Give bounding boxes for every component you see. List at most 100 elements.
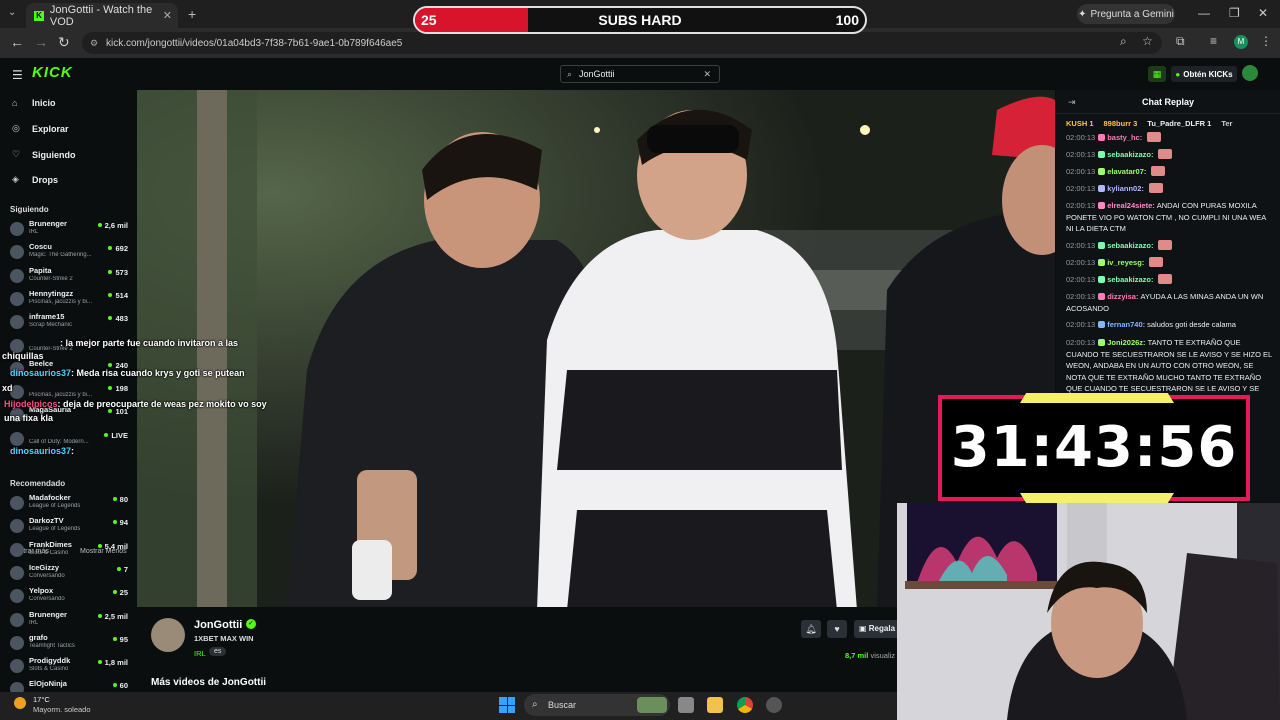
maximize-icon[interactable]: ❐ xyxy=(1229,6,1240,20)
kick-logo[interactable]: KICK xyxy=(32,64,73,81)
emote-icon xyxy=(1151,166,1166,176)
menu-dots-icon[interactable]: ⋮ xyxy=(1260,34,1272,48)
search-highlight-image xyxy=(637,697,667,713)
recommended-header: Recomendado xyxy=(10,479,66,488)
badge-icon xyxy=(1098,259,1106,266)
chat-username[interactable]: sebaakizazo: xyxy=(1107,150,1153,159)
extensions-icon[interactable]: ⧉ xyxy=(1176,34,1185,49)
chat-username[interactable]: Joni2026z: xyxy=(1107,338,1145,347)
url-field[interactable]: ⚙ kick.com/jongottii/videos/01a04bd3-7f3… xyxy=(82,32,1162,54)
recommended-channel[interactable]: FrankDimes Slots & Casino 5,4 mil xyxy=(10,540,130,562)
tab-close-icon[interactable]: ✕ xyxy=(163,9,172,22)
gifter[interactable]: 898burr 3 xyxy=(1104,119,1138,128)
channel-viewers: 573 xyxy=(108,268,128,277)
taskbar-search[interactable]: ⌕ Buscar xyxy=(524,694,670,716)
chat-username[interactable]: fernan740: xyxy=(1107,320,1145,329)
nav-drops[interactable]: ◈ Drops xyxy=(12,174,58,185)
timer-value: 31:43:56 xyxy=(950,415,1238,480)
reload-icon[interactable]: ↻ xyxy=(58,34,70,51)
channel-viewers: LIVE xyxy=(104,431,128,440)
chat-username[interactable]: elreal24siete: xyxy=(1107,201,1155,210)
channel-category: Counter-Strike 2 xyxy=(29,275,73,282)
channel-viewers: 25 xyxy=(113,588,128,597)
chrome-icon[interactable] xyxy=(737,697,753,713)
home-icon: ⌂ xyxy=(12,98,18,108)
following-channel[interactable]: inframe15 Scrap Mechanic 483 xyxy=(10,312,130,334)
following-channel[interactable]: Hennytingzz Piscinas, jacuzzis y bi... 514 xyxy=(10,289,130,311)
channel-avatar xyxy=(10,589,24,604)
app-icon[interactable] xyxy=(766,697,782,713)
gifter[interactable]: Tu_Padre_DLFR 1 xyxy=(1147,119,1211,128)
tab-search-icon[interactable]: ⌄ xyxy=(8,7,16,18)
channel-avatar[interactable] xyxy=(151,618,185,652)
browser-tab[interactable]: K JonGottii - Watch the VOD ✕ xyxy=(26,3,178,28)
weather-description[interactable]: Mayorm. soleado xyxy=(33,705,91,714)
start-button[interactable] xyxy=(499,697,515,713)
channel-viewers: 2,5 mil xyxy=(98,612,128,621)
follow-heart-icon[interactable]: ♥ xyxy=(827,620,847,638)
minimize-icon[interactable]: — xyxy=(1198,6,1210,20)
nav-siguiendo[interactable]: ♡ Siguiendo xyxy=(12,149,76,160)
overlay-chat-text: xd xyxy=(2,383,13,393)
zoom-icon[interactable]: ⌕ xyxy=(1120,34,1127,49)
nav-explorar[interactable]: ◎ Explorar xyxy=(12,123,69,134)
url-text: kick.com/jongottii/videos/01a04bd3-7f38-… xyxy=(106,37,403,49)
channel-viewers: 483 xyxy=(108,314,128,323)
site-info-icon[interactable]: ⚙ xyxy=(90,38,98,49)
overlay-chat-text: : xyxy=(71,446,75,456)
gemini-button[interactable]: ✦ Pregunta a Gemini xyxy=(1077,4,1175,24)
nav-inicio[interactable]: ⌂ Inicio xyxy=(12,98,56,108)
profile-avatar[interactable]: M xyxy=(1234,35,1248,49)
bookmark-star-icon[interactable]: ☆ xyxy=(1142,34,1153,48)
clear-search-icon[interactable]: ✕ xyxy=(703,69,711,80)
gifter[interactable]: Ter xyxy=(1221,119,1232,128)
gifter[interactable]: KUSH 1 xyxy=(1066,119,1094,128)
get-kicks-button[interactable]: ● Obtén KICKs xyxy=(1171,66,1237,82)
user-avatar[interactable] xyxy=(1242,65,1258,81)
forward-icon[interactable]: → xyxy=(34,34,48,50)
top-gifters: KUSH 1 898burr 3 Tu_Padre_DLFR 1 Ter xyxy=(1066,119,1276,128)
recommended-channel[interactable]: ElOjoNinja 60 xyxy=(10,679,130,692)
channel-avatar xyxy=(10,291,24,306)
channel-name[interactable]: JonGottii xyxy=(194,619,242,631)
file-explorer-icon[interactable] xyxy=(707,697,723,713)
notification-bell-icon[interactable]: 🔔︎ xyxy=(801,620,821,638)
new-tab-icon[interactable]: + xyxy=(188,6,196,22)
language-tag[interactable]: es xyxy=(209,647,227,656)
hamburger-menu-icon[interactable]: ☰ xyxy=(12,68,23,82)
channel-viewers: 2,6 mil xyxy=(98,221,128,230)
following-channel[interactable]: Brunenger IRL 2,6 mil xyxy=(10,219,130,241)
media-icon[interactable]: ≡ xyxy=(1210,34,1217,48)
more-videos-heading: Más videos de JonGottii xyxy=(151,677,267,688)
chat-username[interactable]: basty_hc: xyxy=(1107,133,1142,142)
chat-username[interactable]: iv_reyesg: xyxy=(1107,258,1144,267)
back-icon[interactable]: ← xyxy=(10,34,24,50)
layout-icon[interactable]: ▦ xyxy=(1148,66,1166,82)
channel-category: Scrap Mechanic xyxy=(29,322,73,329)
following-channel[interactable]: Papita Counter-Strike 2 573 xyxy=(10,266,130,288)
chat-username[interactable]: sebaakizazo: xyxy=(1107,275,1153,284)
gift-label: Regala xyxy=(868,624,896,633)
recommended-channel[interactable]: Yelpox Conversando 25 xyxy=(10,586,130,608)
task-view-icon[interactable] xyxy=(678,697,694,713)
recommended-channel[interactable]: Madafocker League of Legends 80 xyxy=(10,493,130,515)
chat-username[interactable]: elavatar07: xyxy=(1107,167,1146,176)
weather-temp[interactable]: 17°C xyxy=(33,695,50,704)
gemini-label: Pregunta a Gemini xyxy=(1090,8,1174,20)
channel-category: Teamfight Tactics xyxy=(29,642,75,649)
recommended-channel[interactable]: DarkozTV League of Legends 94 xyxy=(10,516,130,538)
recommended-channel[interactable]: grafo Teamfight Tactics 95 xyxy=(10,633,130,655)
chat-username[interactable]: sebaakizazo: xyxy=(1107,241,1153,250)
channel-name: Brunenger xyxy=(29,219,67,228)
weather-icon[interactable] xyxy=(14,697,26,709)
recommended-channel[interactable]: Brunenger IRL 2,5 mil xyxy=(10,610,130,632)
following-channel[interactable]: Coscu Magic: The Gathering... 692 xyxy=(10,242,130,264)
recommended-channel[interactable]: IceGizzy Conversando 7 xyxy=(10,563,130,585)
search-input[interactable]: ⌕ JonGottii ✕ xyxy=(560,65,720,83)
close-window-icon[interactable]: ✕ xyxy=(1258,6,1268,20)
chat-username[interactable]: kyliann02: xyxy=(1107,184,1144,193)
chat-username[interactable]: dizzyisa: xyxy=(1107,292,1138,301)
category-tag[interactable]: IRL xyxy=(194,649,206,658)
recommended-channel[interactable]: Prodigyddk Slots & Casino 1,8 mil xyxy=(10,656,130,678)
chat-header: ⇥ Chat Replay xyxy=(1056,90,1280,114)
